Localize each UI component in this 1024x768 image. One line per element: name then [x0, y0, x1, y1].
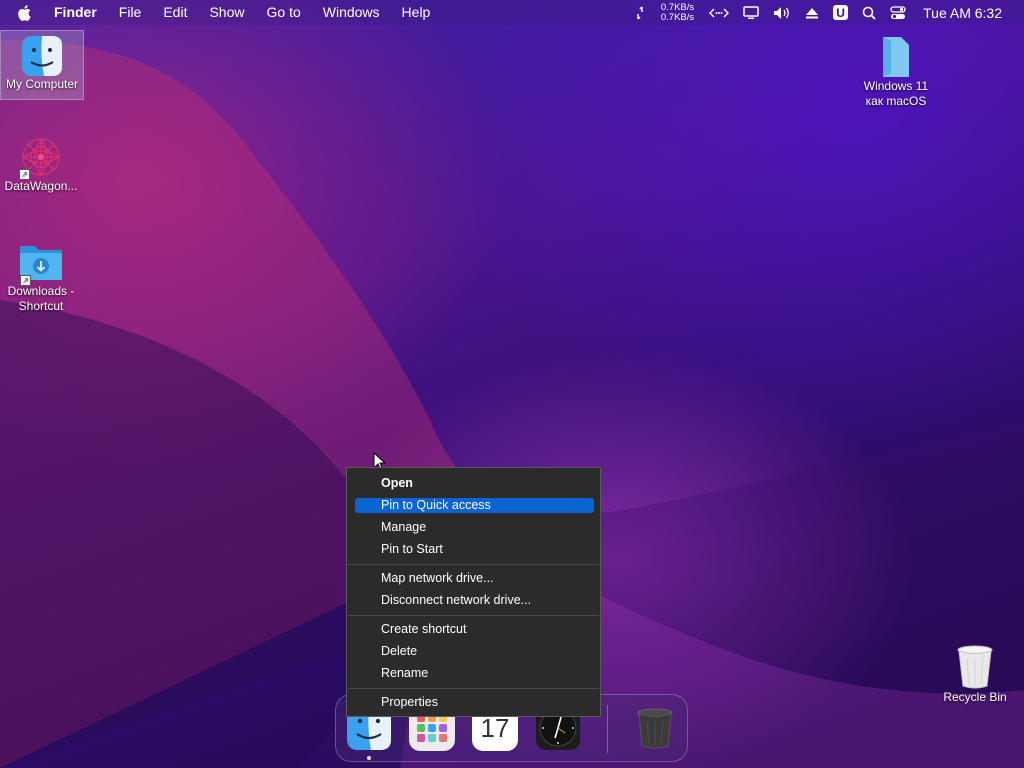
menu-help[interactable]: Help	[391, 0, 442, 25]
menu-bar: Finder File Edit Show Go to Windows Help…	[0, 0, 1024, 25]
display-icon[interactable]	[743, 5, 759, 20]
desktop-icon-label: My Computer	[5, 77, 79, 91]
desktop-icon-my-computer[interactable]: My Computer	[0, 30, 84, 100]
trash-icon	[637, 708, 673, 749]
menu-item-create-shortcut[interactable]: Create shortcut	[355, 622, 594, 637]
desktop-icon-label-line2: Shortcut	[18, 299, 64, 313]
folder-icon	[879, 35, 913, 79]
menu-windows[interactable]: Windows	[312, 0, 391, 25]
menu-item-disconnect-network-drive[interactable]: Disconnect network drive...	[355, 593, 594, 608]
desktop-icon-label-line2: как macOS	[865, 94, 927, 108]
context-menu: Open Pin to Quick access Manage Pin to S…	[346, 467, 601, 717]
menu-item-properties[interactable]: Properties	[355, 695, 594, 710]
desktop-icon-windows11-macos[interactable]: Windows 11 как macOS	[855, 33, 937, 113]
menu-app-name[interactable]: Finder	[43, 0, 108, 25]
remote-control-icon[interactable]	[709, 7, 730, 19]
status-area: 0.7KB/s 0.7KB/s U Tue AM 6:32	[627, 0, 1024, 25]
menu-item-delete[interactable]: Delete	[355, 644, 594, 659]
eject-icon[interactable]	[805, 7, 819, 19]
dock-trash[interactable]	[632, 705, 678, 751]
net-down-value: 0.7KB/s	[660, 11, 695, 23]
recycle-bin-icon	[955, 644, 995, 690]
desktop-icon-downloads-shortcut[interactable]: ↗ Downloads - Shortcut	[0, 238, 82, 318]
volume-icon[interactable]	[773, 6, 791, 20]
control-center-icon[interactable]	[890, 5, 906, 20]
net-up-value: 0.7KB/s	[660, 1, 695, 13]
desktop-icon-recycle-bin[interactable]: Recycle Bin	[934, 642, 1016, 712]
desktop-icon-label: DataWagon...	[4, 179, 78, 193]
desktop-icon-datawagon[interactable]: ↗ DataWagon...	[0, 133, 82, 201]
dock-divider	[607, 705, 608, 753]
menu-separator	[348, 688, 599, 689]
menu-clock[interactable]: Tue AM 6:32	[923, 5, 1002, 21]
running-indicator	[367, 756, 371, 760]
mandala-icon: ↗	[19, 135, 63, 180]
menu-go-to[interactable]: Go to	[256, 0, 312, 25]
menu-item-open[interactable]: Open	[355, 476, 594, 491]
menu-file[interactable]: File	[108, 0, 153, 25]
desktop-icon-label-line1: Downloads -	[7, 284, 75, 298]
apple-menu-icon[interactable]	[17, 0, 43, 25]
shortcut-arrow-icon: ↗	[20, 275, 31, 286]
menu-item-pin-to-quick-access[interactable]: Pin to Quick access	[355, 498, 594, 513]
menu-show[interactable]: Show	[198, 0, 255, 25]
desktop-icon-label-line1: Windows 11	[863, 79, 929, 93]
menu-edit[interactable]: Edit	[152, 0, 198, 25]
finder-icon	[21, 35, 63, 77]
shortcut-arrow-icon: ↗	[19, 169, 30, 180]
u-app-icon[interactable]: U	[833, 5, 849, 20]
sync-icon[interactable]	[634, 5, 646, 20]
menu-item-map-network-drive[interactable]: Map network drive...	[355, 571, 594, 586]
search-icon[interactable]	[862, 6, 876, 20]
menu-item-rename[interactable]: Rename	[355, 666, 594, 681]
menu-separator	[348, 564, 599, 565]
menu-item-pin-to-start[interactable]: Pin to Start	[355, 542, 594, 557]
menu-separator	[348, 615, 599, 616]
downloads-folder-icon: ↗	[18, 240, 64, 286]
menu-item-manage[interactable]: Manage	[355, 520, 594, 535]
u-badge-text: U	[836, 5, 845, 20]
network-speed[interactable]: 0.7KB/s 0.7KB/s	[660, 1, 695, 23]
desktop-icon-label: Recycle Bin	[943, 690, 1007, 704]
